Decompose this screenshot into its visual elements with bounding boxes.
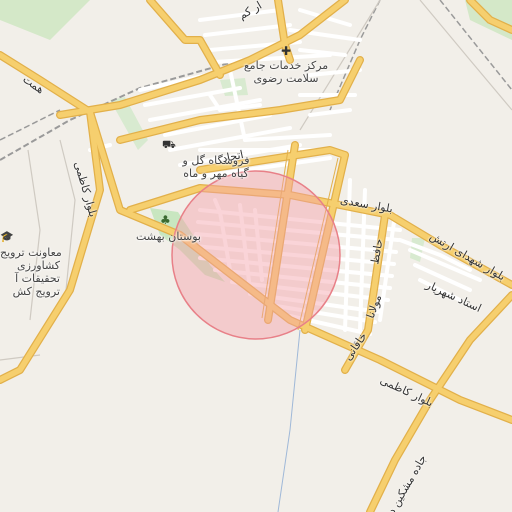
tree-icon[interactable]: ♣	[160, 213, 171, 227]
agri-office-label-line3: تحقیقات آ	[15, 272, 60, 285]
agri-office-label-line1: معاونت ترویج	[0, 246, 62, 259]
stream-line	[277, 329, 301, 512]
shopping-bag-icon[interactable]: ⛟	[162, 138, 176, 153]
agri-office-label-line2: کشاورزی	[17, 259, 60, 272]
health-center-label-line1: مرکز خدمات جامع	[243, 59, 329, 72]
park-label[interactable]: بوستان بهشت	[136, 230, 201, 243]
map-view[interactable]: ✚ مرکز خدمات جامع سلامت رضوی ⛟ فروشگاه گ…	[0, 0, 512, 512]
park-area-topleft	[0, 0, 90, 40]
plus-icon[interactable]: ✚	[281, 44, 291, 58]
flower-shop-label-line2: گیاه مهر و ماه	[183, 167, 249, 180]
graduation-cap-icon[interactable]: 🎓	[0, 230, 14, 243]
search-radius-circle[interactable]	[171, 170, 341, 340]
health-center-label[interactable]: مرکز خدمات جامع سلامت رضوی	[243, 59, 329, 85]
agri-office-label-line4: ترویج کش	[12, 285, 60, 298]
agri-office-label[interactable]: معاونت ترویج کشاورزی تحقیقات آ ترویج کش	[0, 246, 62, 298]
health-center-label-line2: سلامت رضوی	[253, 72, 319, 85]
